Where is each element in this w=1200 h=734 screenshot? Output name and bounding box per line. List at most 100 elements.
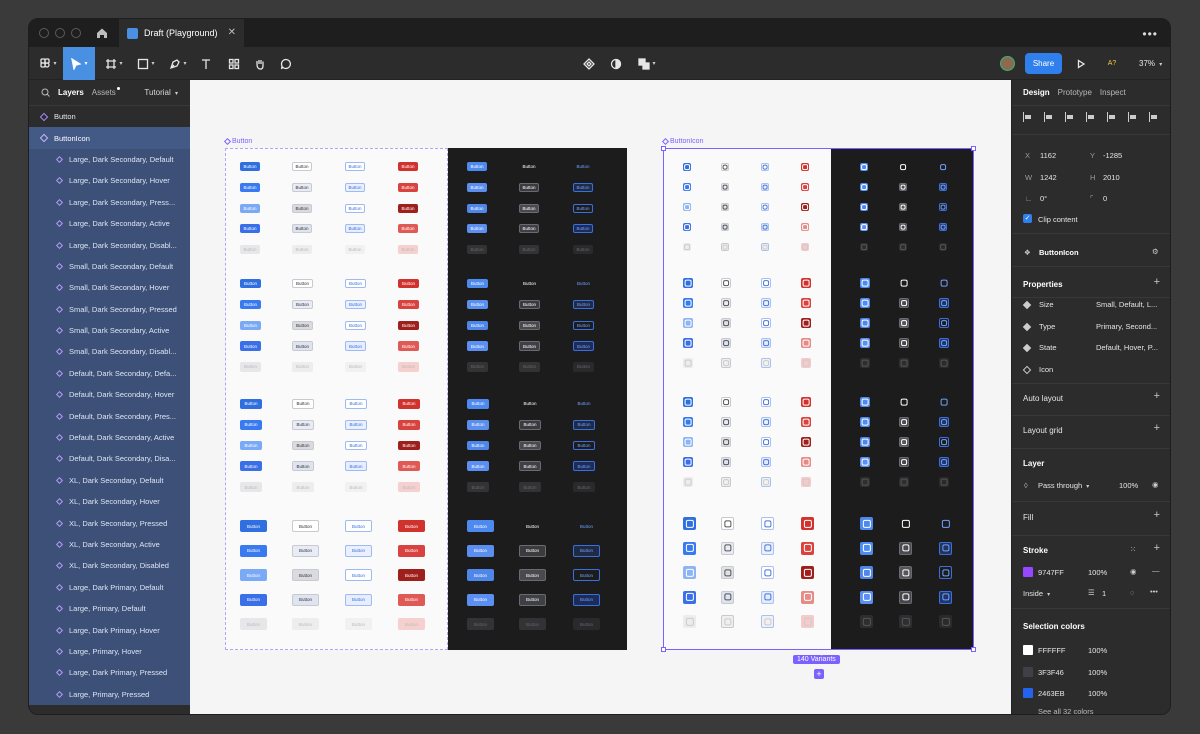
buttonicon-variant[interactable] <box>939 417 949 427</box>
buttonicon-variant[interactable] <box>801 338 811 348</box>
button-variant[interactable]: Button <box>398 618 425 631</box>
selection-color-hex[interactable]: 3F3F46 <box>1038 668 1064 677</box>
button-variant[interactable]: Button <box>519 362 540 372</box>
buttonicon-variant[interactable] <box>899 298 909 308</box>
button-variant[interactable]: Button <box>240 320 261 331</box>
buttonicon-variant[interactable] <box>939 203 947 211</box>
button-variant[interactable]: Button <box>292 461 314 472</box>
button-variant[interactable]: Button <box>467 482 489 493</box>
buttonicon-variant[interactable] <box>860 541 873 555</box>
button-variant[interactable]: Button <box>398 482 420 493</box>
button-variant[interactable]: Button <box>573 544 600 557</box>
button-variant[interactable]: Button <box>467 203 487 213</box>
button-variant[interactable]: Button <box>573 419 595 430</box>
buttonicon-variant[interactable] <box>860 417 870 427</box>
button-variant[interactable]: Button <box>345 544 372 557</box>
button-variant[interactable]: Button <box>573 299 594 310</box>
buttonicon-variant[interactable] <box>761 203 769 211</box>
buttonicon-variant[interactable] <box>899 566 912 579</box>
buttonicon-variant[interactable] <box>683 183 691 191</box>
resize-handle-top-left[interactable] <box>661 146 666 151</box>
buttonicon-variant[interactable] <box>683 437 693 447</box>
buttonicon-variant[interactable] <box>939 163 947 171</box>
buttonicon-variant[interactable] <box>860 278 870 288</box>
button-variant[interactable]: Button <box>292 341 313 351</box>
button-variant[interactable]: Button <box>292 399 314 409</box>
buttonicon-variant[interactable] <box>683 541 696 555</box>
buttonicon-variant[interactable] <box>721 243 729 251</box>
tab-design[interactable]: Design <box>1023 88 1050 97</box>
buttonicon-variant[interactable] <box>860 183 868 191</box>
button-variant[interactable]: Button <box>240 203 260 213</box>
buttonicon-variant[interactable] <box>899 457 909 467</box>
button-variant[interactable]: Button <box>467 593 494 606</box>
property-value[interactable]: Default, Hover, P... <box>1096 343 1158 352</box>
button-variant[interactable]: Button <box>519 520 546 533</box>
button-variant[interactable]: Button <box>519 162 539 171</box>
layer-item[interactable]: Small, Dark Secondary, Hover <box>29 277 190 299</box>
buttonicon-variant[interactable] <box>801 437 811 447</box>
layer-item[interactable]: Small, Dark Secondary, Disabl... <box>29 341 190 363</box>
buttonicon-variant[interactable] <box>683 566 696 579</box>
layer-item[interactable]: Large, Dark Secondary, Default <box>29 148 190 171</box>
user-avatar[interactable] <box>1000 56 1015 71</box>
buttonicon-variant[interactable] <box>939 541 952 555</box>
layer-item[interactable]: Large, Dark Secondary, Disabl... <box>29 234 190 256</box>
component-settings-icon[interactable]: ⚙ <box>1152 247 1159 256</box>
align-left-icon[interactable] <box>1023 112 1033 122</box>
buttonicon-variant[interactable] <box>899 590 912 604</box>
buttonicon-variant[interactable] <box>683 223 691 231</box>
selection-color-hex[interactable]: 2463EB <box>1038 689 1065 698</box>
buttonicon-variant[interactable] <box>683 298 693 308</box>
button-variant[interactable]: Button <box>292 362 313 372</box>
button-variant[interactable]: Button <box>345 224 365 234</box>
button-variant[interactable]: Button <box>573 440 595 451</box>
button-variant[interactable]: Button <box>345 618 372 631</box>
layer-item[interactable]: Button <box>29 106 190 127</box>
buttonicon-variant[interactable] <box>939 358 949 368</box>
buttonicon-variant[interactable] <box>761 318 771 328</box>
mask-button[interactable] <box>605 47 627 80</box>
button-variant[interactable]: Button <box>292 279 313 289</box>
selection-color-swatch[interactable] <box>1023 688 1033 698</box>
button-variant[interactable]: Button <box>467 320 488 331</box>
property-value[interactable]: Small, Default, L... <box>1096 300 1157 309</box>
buttonicon-variant[interactable] <box>899 541 912 555</box>
button-variant[interactable]: Button <box>345 182 365 192</box>
buttonicon-variant[interactable] <box>860 397 870 407</box>
buttonicon-variant[interactable] <box>899 163 907 171</box>
buttonicon-variant[interactable] <box>801 477 811 487</box>
minimize-window-button[interactable] <box>55 28 65 38</box>
home-icon[interactable] <box>91 25 113 41</box>
button-variant[interactable]: Button <box>519 482 541 493</box>
buttonicon-variant[interactable] <box>761 183 769 191</box>
buttonicon-variant[interactable] <box>899 243 907 251</box>
buttonicon-variant[interactable] <box>801 223 809 231</box>
buttonicon-variant[interactable] <box>899 278 909 288</box>
buttonicon-variant[interactable] <box>761 541 774 555</box>
buttonicon-variant[interactable] <box>683 590 696 604</box>
buttonicon-variant[interactable] <box>721 566 734 579</box>
ai-button[interactable]: A? <box>1101 47 1123 80</box>
button-variant[interactable]: Button <box>345 593 372 606</box>
button-variant[interactable]: Button <box>467 520 494 533</box>
button-variant[interactable]: Button <box>467 245 487 255</box>
buttonicon-variant[interactable] <box>860 358 870 368</box>
button-variant[interactable]: Button <box>240 569 267 582</box>
button-variant[interactable]: Button <box>467 544 494 557</box>
buttonicon-variant[interactable] <box>939 298 949 308</box>
buttonicon-variant[interactable] <box>801 541 814 555</box>
button-variant[interactable]: Button <box>292 182 312 192</box>
buttonicon-variant[interactable] <box>761 477 771 487</box>
button-variant[interactable]: Button <box>345 299 366 310</box>
button-variant[interactable]: Button <box>467 279 488 289</box>
button-variant[interactable]: Button <box>573 520 600 533</box>
buttonicon-variant[interactable] <box>683 243 691 251</box>
buttonicon-variant[interactable] <box>683 517 696 530</box>
add-property-button[interactable]: + <box>1154 276 1160 288</box>
selection-color-swatch[interactable] <box>1023 645 1033 655</box>
align-bottom-icon[interactable] <box>1128 112 1138 122</box>
buttonicon-variant[interactable] <box>939 397 949 407</box>
layer-item[interactable]: XL, Dark Secondary, Disabled <box>29 555 190 577</box>
buttonicon-variant[interactable] <box>860 318 870 328</box>
